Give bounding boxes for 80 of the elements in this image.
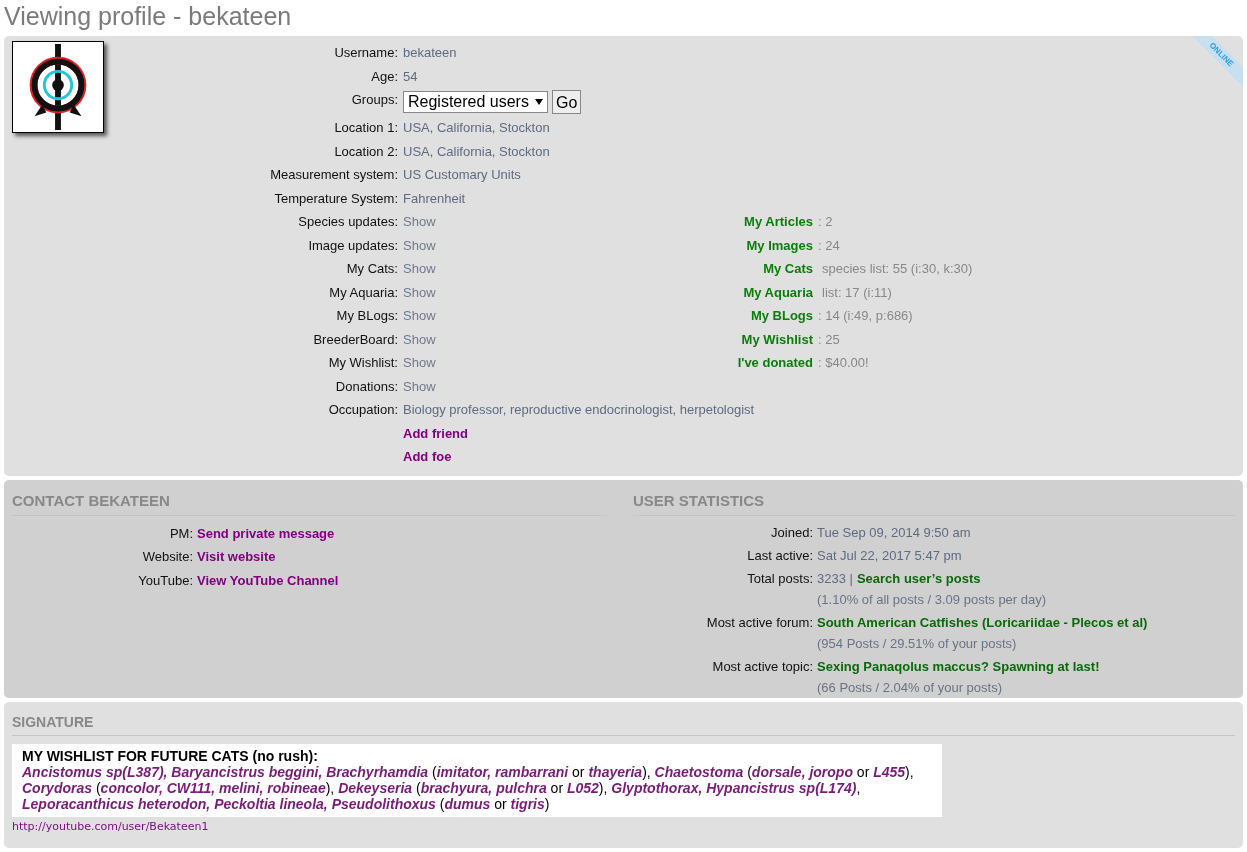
stat-link[interactable]: My Aquaria: [743, 284, 813, 300]
field-label: Image updates:: [308, 237, 398, 253]
group-select[interactable]: Registered users: [403, 91, 548, 113]
stat-link[interactable]: I've donated: [737, 355, 813, 370]
section-heading: CONTACT BEKATEEN: [12, 490, 607, 516]
action-link[interactable]: Add friend: [403, 425, 468, 441]
field-label: My Aquaria:: [329, 284, 398, 300]
stat-value: 3233 |: [817, 569, 853, 588]
field-value: bekateen: [403, 45, 457, 60]
stat-note: (1.10% of all posts / 3.09 posts per day): [817, 590, 1047, 609]
field-value: USA, California, Stockton: [403, 120, 550, 135]
stat-link[interactable]: My Articles: [744, 214, 813, 229]
stat-label: Last active:: [747, 547, 813, 563]
field-label: My Wishlist:: [328, 355, 398, 370]
field-label: Username:: [334, 45, 398, 60]
stat-link[interactable]: South American Catfishes (Loricariidae - Plecos et al): [817, 611, 1148, 633]
field-label: Location 1:: [334, 120, 398, 135]
stat-link[interactable]: My Cats: [763, 261, 813, 276]
contact-link[interactable]: View YouTube Channel: [197, 572, 339, 588]
field-value: USA, California, Stockton: [403, 143, 550, 159]
go-button[interactable]: Go: [551, 90, 582, 114]
stat-value: : 2: [818, 214, 833, 229]
stat-value: list: 17 (i:11): [822, 284, 892, 300]
show-link[interactable]: Show: [403, 214, 436, 229]
field-value: US Customary Units: [403, 167, 521, 182]
stat-link[interactable]: My Wishlist: [741, 331, 813, 347]
show-link[interactable]: Show: [403, 355, 436, 370]
stat-note: (66 Posts / 2.04% of your posts): [817, 678, 1002, 697]
field-label: Age:: [371, 68, 398, 84]
show-link[interactable]: Show: [403, 378, 436, 394]
stat-link[interactable]: My BLogs: [750, 308, 813, 323]
contact-label: Website:: [142, 549, 193, 564]
section-heading: SIGNATURE: [12, 712, 1235, 736]
field-label: My BLogs:: [336, 308, 398, 323]
field-label: Location 2:: [334, 143, 398, 159]
stat-value: : 25: [818, 331, 840, 347]
stat-value: species list: 55 (i:30, k:30): [822, 261, 973, 276]
show-link[interactable]: Show: [403, 331, 436, 347]
field-value: 54: [403, 68, 418, 84]
show-link[interactable]: Show: [403, 237, 436, 253]
stat-label: Most active topic:: [712, 658, 813, 674]
field-label: My Cats:: [346, 261, 398, 276]
stat-link[interactable]: Sexing Panaqolus maccus? Spawning at last!: [817, 655, 1100, 677]
signature-link[interactable]: http://youtube.com/user/Bekateen1: [12, 819, 1235, 836]
field-label: Occupation:: [328, 402, 398, 417]
action-link[interactable]: Add foe: [403, 449, 452, 464]
signature-line: Ancistomus sp(L387), Baryancistrus beggini, Brachyrhamdia (imitator, rambarrani or thayeria), Chaetostoma (dorsale, joropo or L455),: [22, 764, 915, 780]
signature-line: Leporacanthicus heterodon, Peckoltia lineola, Pseudolithoxus (dumus or tigris): [22, 796, 551, 812]
stat-value: : $40.00!: [818, 355, 869, 370]
stat-value: : 24: [818, 237, 840, 253]
stat-note: (954 Posts / 29.51% of your posts): [817, 634, 1017, 653]
avatar-target-icon: [12, 41, 104, 133]
contact-link[interactable]: Send private message: [197, 525, 335, 541]
show-link[interactable]: Show: [403, 261, 436, 276]
contact-label: PM:: [169, 525, 193, 541]
stat-link[interactable]: My Images: [746, 237, 813, 253]
field-label: Measurement system:: [270, 167, 398, 182]
stat-value: Tue Sep 09, 2014 9:50 am: [817, 523, 971, 542]
stat-label: Most active forum:: [706, 614, 813, 630]
contact-link[interactable]: Visit website: [197, 549, 276, 564]
stat-value: Sat Jul 22, 2017 5:47 pm: [817, 546, 962, 565]
signature-title: MY WISHLIST FOR FUTURE CATS (no rush):: [22, 749, 319, 764]
stat-label: Joined:: [771, 524, 813, 540]
stat-link[interactable]: Search user’s posts: [856, 567, 981, 589]
stat-value: : 14 (i:49, p:686): [818, 308, 913, 323]
field-label: Donations:: [335, 378, 398, 394]
caret-icon: [534, 99, 543, 105]
show-link[interactable]: Show: [403, 308, 436, 323]
field-label: Groups:: [351, 92, 398, 107]
field-label: BreederBoard:: [313, 331, 398, 347]
field-value: Fahrenheit: [403, 190, 466, 206]
signature-line: Corydoras (concolor, CW111, melini, robineae), Dekeyseria (brachyura, pulchra or L052), Glyptothorax, Hypancistrus sp(L174),: [22, 780, 862, 796]
contact-label: YouTube:: [138, 572, 193, 588]
field-label: Temperature System:: [274, 190, 398, 206]
field-label: Species updates:: [298, 214, 398, 229]
field-value: Biology professor, reproductive endocrinologist, herpetologist: [403, 402, 755, 417]
page-title: Viewing profile - bekateen: [4, 1, 293, 32]
stat-label: Total posts:: [747, 570, 813, 586]
section-heading: USER STATISTICS: [633, 490, 1235, 516]
show-link[interactable]: Show: [403, 284, 436, 300]
